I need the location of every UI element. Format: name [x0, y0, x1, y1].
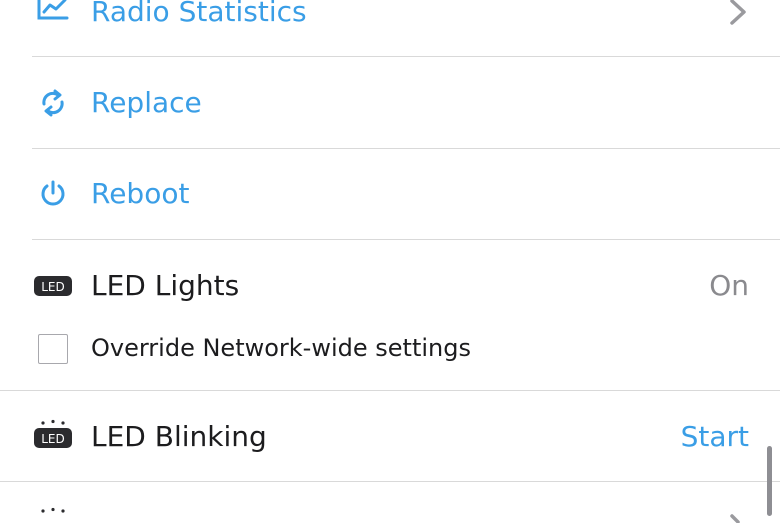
- chevron-right-icon: [728, 0, 750, 32]
- radio-statistics-label: Radio Statistics: [91, 0, 307, 28]
- led-blinking-start-button[interactable]: Start: [681, 420, 749, 454]
- svg-text:LED: LED: [41, 432, 65, 446]
- led-blink-icon: [34, 506, 72, 518]
- replace-label: Replace: [91, 86, 202, 119]
- led-blinking-label: LED Blinking: [91, 420, 267, 453]
- reboot-label: Reboot: [91, 177, 190, 210]
- radio-statistics-row[interactable]: Radio Statistics: [0, 0, 780, 56]
- svg-text:LED: LED: [41, 280, 65, 294]
- reboot-row[interactable]: Reboot: [0, 149, 780, 239]
- led-blinking-row: LED LED Blinking Start: [0, 391, 780, 481]
- override-checkbox[interactable]: [38, 334, 68, 364]
- next-row-partial[interactable]: [0, 482, 780, 524]
- chart-line-icon: [36, 0, 70, 22]
- led-icon: LED: [34, 276, 72, 296]
- replace-row[interactable]: Replace: [0, 57, 780, 148]
- chevron-right-icon: [728, 508, 750, 527]
- led-lights-row[interactable]: LED LED Lights On Override Network-wide …: [0, 240, 780, 390]
- led-lights-value: On: [709, 269, 749, 302]
- led-blink-icon: LED: [34, 419, 72, 449]
- scrollbar[interactable]: [767, 446, 772, 516]
- override-label[interactable]: Override Network-wide settings: [91, 333, 471, 363]
- swap-icon: [38, 88, 68, 118]
- led-lights-label: LED Lights: [91, 269, 240, 302]
- power-icon: [38, 179, 68, 209]
